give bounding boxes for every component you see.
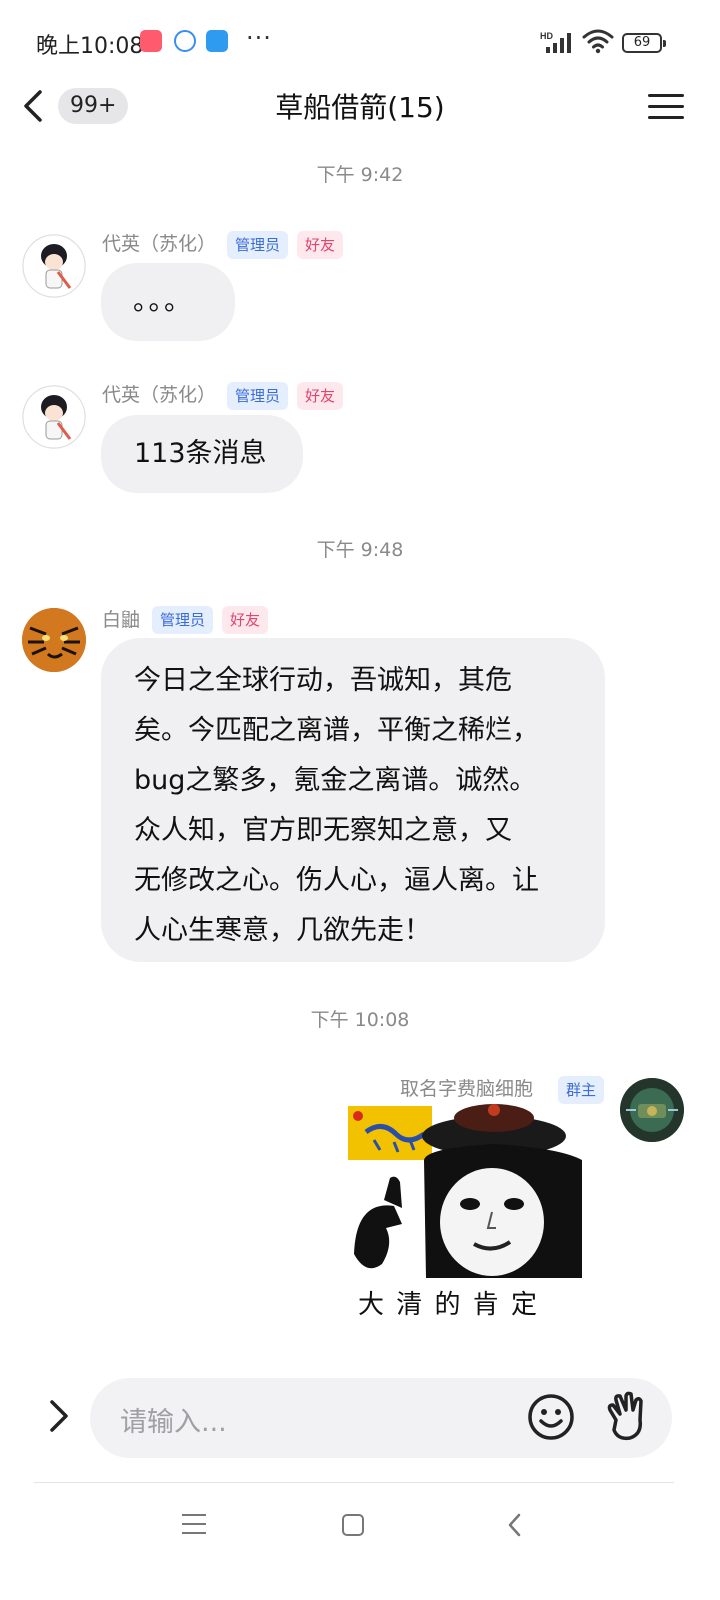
- time-label: 下午 10:08: [310, 1009, 410, 1031]
- avatar-boy-icon: [22, 234, 86, 298]
- time-label: 下午 9:42: [316, 164, 404, 186]
- message-bubble[interactable]: 。。。: [101, 263, 235, 341]
- signal-icon: HD: [540, 31, 571, 53]
- friend-tag: 好友: [297, 231, 344, 259]
- avatar-tiger-icon: [22, 608, 86, 672]
- expand-chevron-icon[interactable]: [44, 1396, 74, 1436]
- input-bar: 请输入...: [0, 1378, 720, 1458]
- system-nav-bar: [0, 1500, 720, 1556]
- message-input[interactable]: 请输入...: [90, 1378, 672, 1458]
- sender-name: 代英（苏化）: [102, 233, 217, 255]
- message-line: 今日之全球行动，吾诚知，其危: [134, 665, 512, 696]
- network-type-label: HD: [540, 31, 553, 41]
- admin-tag: 管理员: [152, 606, 214, 634]
- message-bubble[interactable]: 113条消息: [101, 415, 303, 493]
- avatar[interactable]: [22, 608, 86, 672]
- message-line: 无修改之心。伤人心，逼人离。让: [134, 865, 539, 896]
- input-placeholder: 请输入...: [120, 1407, 227, 1438]
- message-line: bug之繁多，氪金之离谱。诚然。: [134, 765, 537, 796]
- owner-tag: 群主: [558, 1076, 605, 1104]
- friend-tag: 好友: [222, 606, 269, 634]
- avatar[interactable]: [620, 1078, 684, 1142]
- sticker-caption: 大 清 的 肯 定: [358, 1290, 540, 1320]
- notification-app-icon: [140, 30, 162, 52]
- divider: [34, 1482, 674, 1483]
- admin-tag: 管理员: [227, 382, 289, 410]
- battery-level: 69: [633, 35, 651, 50]
- recent-apps-icon[interactable]: [182, 1514, 206, 1536]
- message-line: 矣。今匹配之离谱，平衡之稀烂，: [134, 715, 539, 746]
- wifi-icon: [582, 29, 614, 54]
- sender-name: 代英（苏化）: [102, 384, 217, 406]
- avatar-boy-icon: [22, 385, 86, 449]
- poke-hand-icon[interactable]: [602, 1390, 650, 1444]
- sender-name: 白鼬: [102, 609, 141, 631]
- admin-tag: 管理员: [227, 231, 289, 259]
- chat-title: 草船借箭(15): [275, 91, 445, 124]
- message-bubble[interactable]: 今日之全球行动，吾诚知，其危 矣。今匹配之离谱，平衡之稀烂， bug之繁多，氪金…: [101, 638, 605, 962]
- sender-name: 取名字费脑细胞: [400, 1078, 534, 1100]
- battery-icon: 69: [622, 33, 666, 53]
- time-label: 下午 9:48: [316, 539, 404, 561]
- more-notifications-icon: ···: [246, 24, 272, 52]
- status-time: 晚上10:08: [36, 34, 144, 59]
- notification-browser-icon: [174, 30, 196, 52]
- avatar[interactable]: [22, 234, 86, 298]
- menu-icon[interactable]: [648, 94, 684, 122]
- emoji-icon[interactable]: [526, 1392, 576, 1442]
- chat-header: 99+ 草船借箭(15): [0, 80, 720, 136]
- notification-message-icon: [206, 30, 228, 52]
- message-line: 众人知，官方即无察知之意，又: [134, 815, 512, 846]
- friend-tag: 好友: [297, 382, 344, 410]
- message-line: 人心生寒意，几欲先走！: [134, 915, 431, 946]
- status-bar: 晚上10:08 ··· HD 69: [0, 0, 720, 86]
- avatar-game-icon: [620, 1078, 684, 1142]
- nav-back-icon[interactable]: [504, 1512, 526, 1538]
- sticker-image[interactable]: 大 清 的 肯 定: [346, 1104, 586, 1320]
- home-icon[interactable]: [342, 1514, 364, 1536]
- avatar[interactable]: [22, 385, 86, 449]
